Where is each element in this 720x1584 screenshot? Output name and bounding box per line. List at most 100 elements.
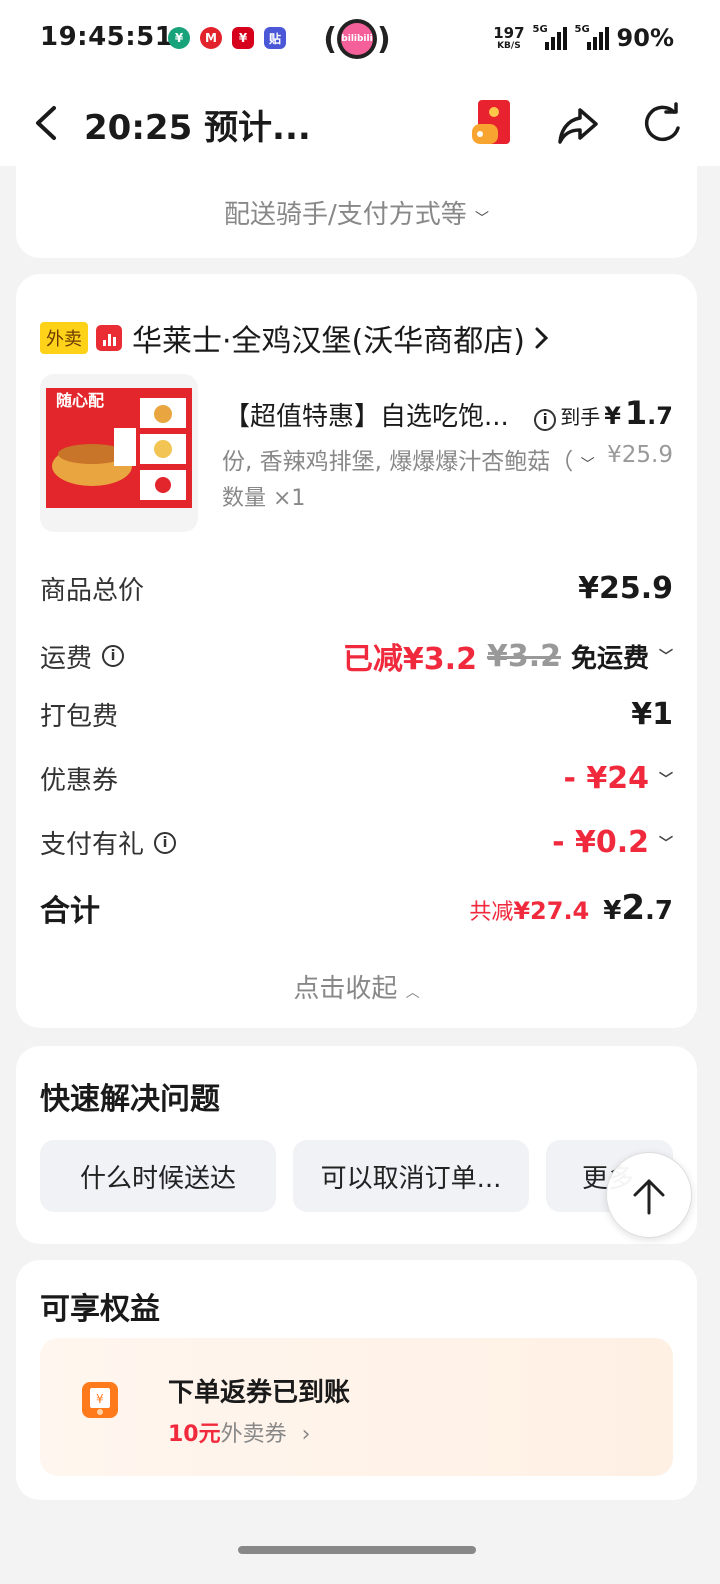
product-title: 【超值特惠】自选吃饱...	[224, 402, 509, 432]
subtotal-value: ¥25.9	[578, 571, 673, 606]
coupon-value: - ¥24	[563, 761, 649, 796]
collapse-toggle[interactable]: 点击收起 ︿	[16, 968, 697, 1005]
benefit-sub: 10元外卖券 ›	[168, 1416, 310, 1448]
final-price-int: 1	[624, 394, 648, 432]
delivery-fee-row[interactable]: 运费 i 已减¥3.2 ¥3.2 免运费 ﹀	[40, 634, 673, 678]
chevron-right-icon: ›	[301, 1422, 311, 1447]
info-icon[interactable]: i	[102, 645, 125, 667]
benefits-title: 可享权益	[40, 1292, 160, 1327]
pay-gift-value-wrap: - ¥0.2 ﹀	[552, 825, 673, 860]
shop-row[interactable]: 外卖 华莱士·全鸡汉堡(沃华商都店)	[40, 316, 549, 360]
product-spec-text: 份, 香辣鸡排堡, 爆爆爆汁杏鲍菇（	[222, 449, 574, 475]
quick-solve-title: 快速解决问题	[40, 1082, 220, 1117]
info-icon[interactable]: i	[154, 831, 177, 854]
chevron-down-icon: ﹀	[580, 457, 595, 473]
subtotal-label: 商品总价	[40, 576, 145, 606]
final-price-currency: ¥	[604, 402, 621, 430]
status-bar: 19:45:51 ¥ M ¥ 贴 ( bilibili ) 197 KB/S 5…	[0, 0, 720, 80]
benefit-amount: 10元	[168, 1422, 221, 1447]
share-icon[interactable]	[556, 102, 600, 146]
signal-icon: 5G	[532, 24, 567, 50]
net-speed: 197 KB/S	[493, 23, 525, 51]
product-original-price: ¥25.9	[607, 442, 673, 468]
pay-gift-label: 支付有礼	[40, 830, 145, 860]
sim1-label: 5G	[532, 24, 548, 35]
bilibili-label: bilibili	[341, 23, 373, 55]
packing-fee-label: 打包费	[40, 702, 119, 732]
total-saved-prefix: 共减	[469, 900, 514, 925]
refresh-icon[interactable]	[640, 102, 684, 146]
total-int: 2	[621, 888, 646, 928]
sim2-label: 5G	[574, 24, 590, 35]
status-time: 19:45:51	[40, 22, 174, 52]
collapse-label: 点击收起	[293, 974, 398, 1004]
arrow-up-icon	[633, 1179, 665, 1215]
total-dec: .7	[645, 896, 673, 926]
delivery-fee-value: 已减¥3.2 ¥3.2 免运费 ﹀	[343, 634, 673, 678]
pay-gift-row[interactable]: 支付有礼 i - ¥0.2 ﹀	[40, 824, 673, 861]
product-image[interactable]: 随心配	[40, 374, 198, 532]
scroll-to-top-button[interactable]	[606, 1152, 692, 1238]
final-price-label: 到手	[560, 405, 601, 429]
coupon-label: 优惠券	[40, 766, 119, 796]
delivery-more-label: 配送骑手/支付方式等	[223, 200, 467, 230]
coupon-icon: ¥	[82, 1382, 118, 1418]
chevron-down-icon: ﹀	[659, 771, 673, 788]
total-row: 合计 共减¥27.4 ¥2.7	[40, 886, 673, 930]
total-saved: 共减¥27.4	[469, 894, 589, 926]
product-spec[interactable]: 份, 香辣鸡排堡, 爆爆爆汁杏鲍菇（ ﹀	[222, 442, 595, 476]
red-packet-game-icon[interactable]	[472, 98, 514, 148]
subtotal-row: 商品总价 ¥25.9	[40, 570, 673, 607]
quick-when-delivered-button[interactable]: 什么时候送达	[40, 1140, 276, 1212]
shop-logo-icon	[96, 325, 122, 351]
total-amount: ¥2.7	[603, 888, 673, 928]
coupon-value-wrap: - ¥24 ﹀	[563, 761, 673, 796]
chevron-right-icon	[535, 327, 549, 349]
tie-icon: 贴	[264, 27, 286, 49]
coupon-benefit[interactable]: ¥ 下单返券已到账 10元外卖券 ›	[40, 1338, 673, 1476]
back-arrow-icon[interactable]	[28, 100, 68, 146]
order-card: 外卖 华莱士·全鸡汉堡(沃华商都店) 随心配 【超值特惠】自选吃饱... i 到…	[16, 274, 697, 1028]
metro-icon: M	[200, 27, 222, 49]
home-indicator[interactable]	[238, 1546, 476, 1554]
benefit-type: 外卖券	[220, 1422, 287, 1447]
product-image-text: 随心配	[56, 391, 104, 410]
svg-text:¥: ¥	[96, 1392, 104, 1406]
benefit-main-text: 下单返券已到账	[168, 1378, 351, 1408]
page-title: 20:25 预计...	[84, 108, 311, 148]
total-currency: ¥	[603, 896, 622, 926]
benefits-card: 可享权益 ¥ 下单返券已到账 10元外卖券 ›	[16, 1260, 697, 1500]
delivery-fee-label-wrap: 运费 i	[40, 638, 125, 675]
packing-fee-value: ¥1	[631, 697, 673, 732]
delivery-more-toggle[interactable]: 配送骑手/支付方式等 ﹀	[16, 194, 697, 231]
free-delivery-label: 免运费	[570, 643, 649, 674]
bank2-icon: ¥	[232, 27, 254, 49]
packing-fee-row: 打包费 ¥1	[40, 696, 673, 733]
product-image-art: 随心配	[46, 388, 192, 508]
info-icon[interactable]: i	[534, 409, 557, 431]
chevron-down-icon: ﹀	[475, 211, 490, 227]
net-speed-value: 197	[493, 23, 525, 42]
product-final-price: i 到手 ¥1.7	[534, 394, 673, 432]
delivery-fee-reduced: 已减¥3.2	[342, 642, 477, 677]
bilibili-indicator: ( bilibili )	[322, 16, 392, 62]
delivery-info-card: 配送骑手/支付方式等 ﹀	[16, 150, 697, 258]
pay-gift-label-wrap: 支付有礼 i	[40, 824, 177, 861]
total-label: 合计	[40, 894, 100, 929]
chevron-down-icon: ﹀	[659, 649, 673, 665]
coupon-row[interactable]: 优惠券 - ¥24 ﹀	[40, 760, 673, 797]
quick-solve-card: 快速解决问题 什么时候送达 可以取消订单... 更多	[16, 1046, 697, 1244]
final-price-dec: .7	[647, 402, 673, 430]
chevron-up-icon: ︿	[405, 985, 420, 1001]
chevron-down-icon: ﹀	[659, 835, 673, 852]
product-quantity: 数量 ×1	[222, 486, 306, 511]
delivery-fee-label: 运费	[40, 643, 93, 674]
shop-name: 华莱士·全鸡汉堡(沃华商都店)	[132, 324, 525, 359]
total-saved-amount: ¥27.4	[513, 897, 590, 925]
delivery-fee-original: ¥3.2	[486, 638, 561, 674]
quick-cancel-order-button[interactable]: 可以取消订单...	[293, 1140, 529, 1212]
net-speed-unit: KB/S	[497, 40, 521, 51]
status-app-icons: ¥ M ¥ 贴	[168, 27, 286, 49]
bilibili-icon: bilibili	[337, 19, 377, 59]
bank-icon: ¥	[168, 27, 190, 49]
